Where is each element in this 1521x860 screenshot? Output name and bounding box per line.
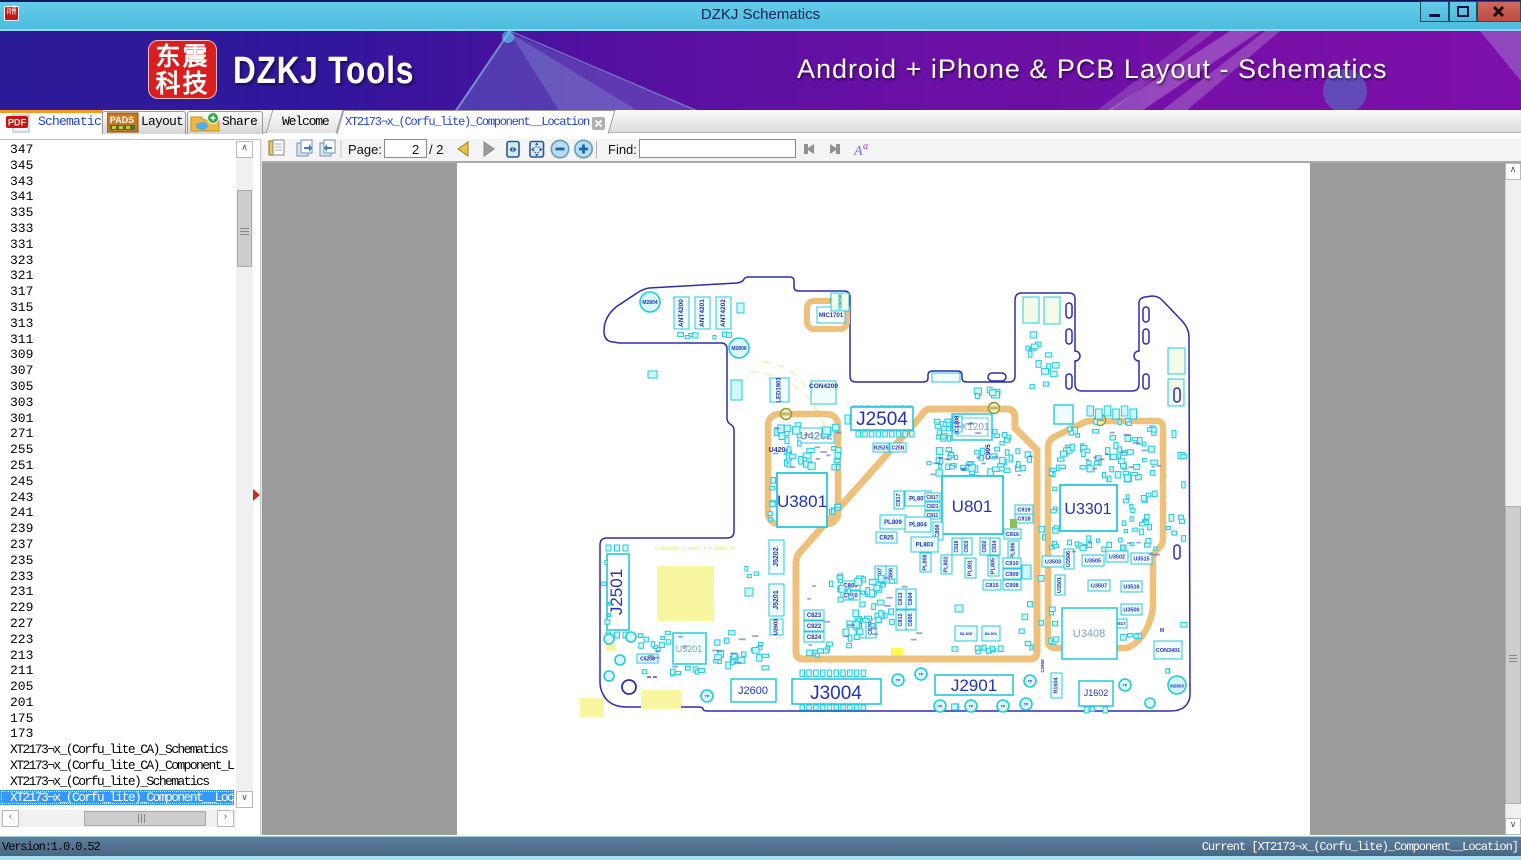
svg-text:C821: C821 — [927, 504, 939, 510]
svg-text:C814: C814 — [992, 540, 998, 552]
svg-text:M2804: M2804 — [642, 300, 658, 306]
svg-text:TP: TP — [705, 694, 710, 698]
svg-text:ANT4201: ANT4201 — [699, 299, 706, 327]
svg-text:C919: C919 — [1017, 508, 1030, 514]
svg-text:BL301: BL301 — [985, 631, 998, 636]
svg-text:R2525: R2525 — [874, 445, 889, 451]
svg-text:U2603: U2603 — [773, 619, 779, 635]
svg-text:R1604: R1604 — [1053, 676, 1059, 693]
svg-text:U3502: U3502 — [1109, 555, 1125, 561]
svg-text:TP: TP — [1123, 683, 1128, 687]
svg-text:LED1901: LED1901 — [777, 377, 783, 403]
svg-text:PL806: PL806 — [1010, 542, 1016, 558]
svg-text:J2901: J2901 — [951, 676, 997, 695]
svg-text:C802: C802 — [982, 540, 988, 552]
svg-text:PL804: PL804 — [909, 523, 927, 529]
svg-text:PDF: PDF — [8, 118, 27, 128]
svg-text:C917: C917 — [896, 493, 902, 506]
svg-text:U3801: U3801 — [777, 492, 827, 511]
svg-text:ANT4200: ANT4200 — [678, 299, 685, 327]
svg-text:U3408: U3408 — [1073, 628, 1105, 640]
svg-text:C815: C815 — [985, 583, 998, 589]
svg-text:J5202: J5202 — [773, 547, 780, 567]
svg-text:U3505: U3505 — [1085, 559, 1101, 565]
svg-text:C805: C805 — [908, 613, 914, 626]
svg-text:C2908: C2908 — [1040, 659, 1045, 673]
svg-text:C816: C816 — [1006, 532, 1019, 538]
svg-text:CON4200: CON4200 — [809, 383, 838, 390]
svg-text:C804: C804 — [908, 591, 914, 605]
svg-text:PL803: PL803 — [916, 543, 934, 549]
svg-text:U801: U801 — [952, 497, 993, 516]
svg-text:TP: TP — [1024, 702, 1029, 706]
svg-text:J5201: J5201 — [773, 590, 780, 610]
svg-text:M2803: M2803 — [1170, 684, 1184, 689]
svg-text:LLOA2045-1 ssss 4-6 GHS5 TP: LLOA2045-1 ssss 4-6 GHS5 TP — [655, 546, 736, 552]
svg-text:C910: C910 — [1005, 561, 1018, 567]
svg-text:M2806: M2806 — [731, 346, 747, 352]
svg-text:BL305: BL305 — [960, 631, 973, 636]
svg-text:TP: TP — [896, 678, 901, 682]
svg-text:TP: TP — [969, 704, 974, 708]
svg-text:CON3401: CON3401 — [1156, 648, 1180, 654]
svg-text:U3516: U3516 — [1123, 585, 1139, 591]
svg-text:C925: C925 — [879, 536, 894, 542]
svg-text:C25N: C25N — [892, 445, 905, 451]
svg-text:C823: C823 — [807, 613, 822, 619]
svg-text:U3515: U3515 — [1133, 557, 1149, 563]
svg-text:J3004: J3004 — [810, 683, 862, 704]
svg-text:C1208: C1208 — [954, 416, 960, 432]
svg-text:PL805: PL805 — [990, 558, 996, 574]
svg-text:C908: C908 — [1005, 583, 1018, 589]
svg-text:TP: TP — [919, 672, 924, 676]
svg-text:J2504: J2504 — [856, 409, 908, 430]
svg-text:PADS: PADS — [110, 115, 134, 125]
svg-text:TP: TP — [938, 704, 943, 708]
svg-text:C5208: C5208 — [640, 656, 655, 662]
svg-text:TP: TP — [1028, 679, 1033, 683]
svg-text:TP: TP — [1001, 704, 1006, 708]
svg-text:PL802: PL802 — [943, 556, 949, 572]
svg-text:a: a — [863, 141, 868, 152]
svg-text:C817: C817 — [927, 495, 939, 501]
svg-text:C803: C803 — [964, 540, 970, 552]
svg-text:ANT4202: ANT4202 — [720, 299, 727, 327]
svg-text:U3500: U3500 — [1123, 608, 1139, 614]
svg-text:C824: C824 — [807, 635, 822, 641]
svg-text:A: A — [853, 144, 863, 159]
svg-text:U3503: U3503 — [1045, 560, 1061, 566]
svg-text:C918: C918 — [1017, 517, 1030, 523]
svg-text:C812: C812 — [898, 613, 904, 626]
svg-text:U3506: U3506 — [1066, 551, 1072, 567]
svg-text:M: M — [1160, 628, 1164, 634]
svg-text:U3501: U3501 — [1057, 577, 1063, 593]
svg-text:C818: C818 — [954, 540, 960, 552]
svg-text:C822: C822 — [807, 624, 822, 630]
svg-text:U5201: U5201 — [676, 644, 703, 654]
svg-text:C813: C813 — [898, 592, 904, 605]
svg-text:J2600: J2600 — [738, 685, 768, 697]
svg-text:MIC1701: MIC1701 — [819, 313, 844, 319]
svg-text:J1602: J1602 — [1084, 688, 1109, 698]
svg-text:U3301: U3301 — [1064, 501, 1111, 518]
svg-text:J2501: J2501 — [607, 569, 626, 615]
svg-text:X1201: X1201 — [961, 422, 990, 433]
svg-text:PL808: PL808 — [922, 554, 928, 570]
svg-text:C909: C909 — [1005, 572, 1018, 578]
svg-text:C908: C908 — [935, 524, 941, 537]
svg-text:•• ••: •• •• — [647, 675, 657, 681]
svg-text:PL801: PL801 — [967, 560, 973, 576]
svg-text:PL809: PL809 — [884, 520, 902, 526]
svg-text:U3507: U3507 — [1091, 584, 1107, 590]
